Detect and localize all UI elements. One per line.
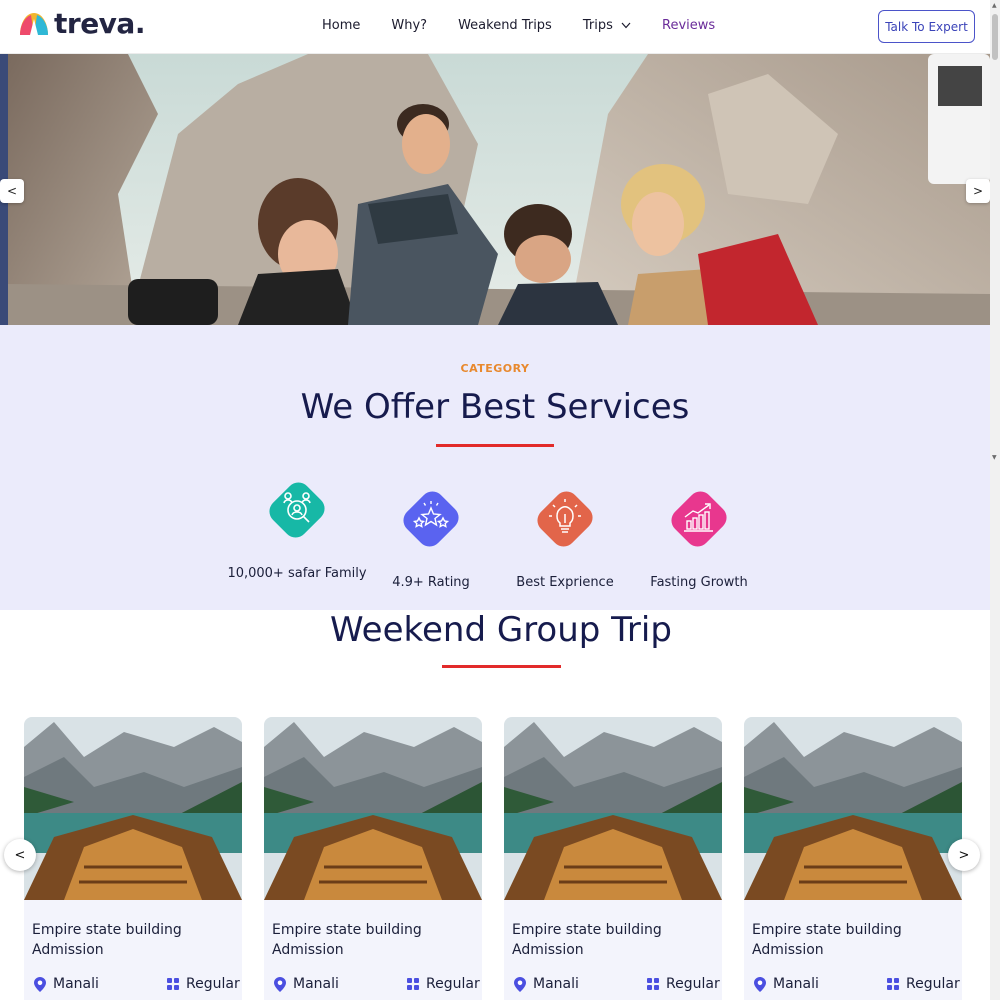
nav-reviews[interactable]: Reviews [662, 18, 715, 33]
page-scrollbar[interactable]: ▲ ▼ [990, 0, 1000, 1000]
stars-icon [403, 491, 459, 547]
treva-logo-icon [20, 13, 48, 35]
family-icon [269, 482, 325, 538]
service-label-rating: 4.9+ Rating [392, 575, 470, 590]
location-pin-icon [754, 976, 766, 992]
hero-carousel: < > [0, 54, 990, 325]
trip-card-title[interactable]: Empire state building Admission [512, 920, 712, 960]
trip-card-location-text: Manali [53, 976, 99, 992]
grid-icon [407, 978, 419, 990]
growth-chart-icon [671, 491, 727, 547]
scroll-down-arrow-icon[interactable]: ▼ [992, 454, 997, 461]
trip-card-location-text: Manali [293, 976, 339, 992]
services-title-underline [436, 444, 554, 447]
nav-trips-label: Trips [582, 18, 613, 33]
location-pin-icon [274, 976, 286, 992]
nav-why[interactable]: Why? [391, 18, 427, 33]
services-title: We Offer Best Services [300, 387, 690, 427]
trip-card-type-text: Regular [906, 976, 960, 992]
trip-card-title[interactable]: Empire state building Admission [272, 920, 472, 960]
brand-name: treva. [54, 7, 145, 40]
service-label-growth: Fasting Growth [650, 575, 748, 590]
lake-boat-photo [264, 717, 482, 900]
chevron-down-icon [621, 22, 631, 29]
trip-card[interactable]: Empire state building Admission Manali R… [504, 717, 722, 1000]
location-pin-icon [34, 976, 46, 992]
trip-card[interactable]: Empire state building Admission Manali R… [24, 717, 242, 1000]
trip-card-type: Regular [407, 976, 480, 992]
trip-card-location: Manali [34, 976, 99, 992]
trips-next-button[interactable]: > [948, 839, 980, 871]
trip-card[interactable]: Empire state building Admission Manali R… [264, 717, 482, 1000]
bulb-icon [537, 491, 593, 547]
grid-icon [167, 978, 179, 990]
lake-boat-photo [744, 717, 962, 900]
service-label-experience: Best Exprience [516, 575, 614, 590]
nav-weekend-trips[interactable]: Weakend Trips [458, 18, 552, 33]
services-section: CATEGORY We Offer Best Services 10,000+ … [0, 325, 990, 610]
trip-card-type: Regular [647, 976, 720, 992]
scroll-up-arrow-icon[interactable]: ▲ [992, 2, 997, 9]
trip-card-location: Manali [274, 976, 339, 992]
hero-next-button[interactable]: > [966, 179, 990, 203]
trip-card[interactable]: Empire state building Admission Manali R… [744, 717, 962, 1000]
trip-card-type-text: Regular [426, 976, 480, 992]
trips-prev-button[interactable]: < [4, 839, 36, 871]
nav-home[interactable]: Home [322, 18, 360, 33]
trip-card-location: Manali [754, 976, 819, 992]
category-label: CATEGORY [460, 362, 530, 375]
site-header: treva. Home Why? Weakend Trips Trips Rev… [0, 0, 990, 54]
talk-to-expert-button[interactable]: Talk To Expert [878, 10, 975, 43]
trip-card-type: Regular [887, 976, 960, 992]
grid-icon [887, 978, 899, 990]
grid-icon [647, 978, 659, 990]
weekend-title: Weekend Group Trip [330, 610, 672, 650]
trip-card-location-text: Manali [773, 976, 819, 992]
trip-card-type-text: Regular [666, 976, 720, 992]
scroll-thumb[interactable] [992, 14, 998, 60]
lake-boat-photo [24, 717, 242, 900]
trip-card-type-text: Regular [186, 976, 240, 992]
main-nav: Home Why? Weakend Trips Trips Reviews [322, 18, 746, 33]
nav-trips-dropdown[interactable]: Trips [583, 18, 631, 33]
location-pin-icon [514, 976, 526, 992]
trip-card-title[interactable]: Empire state building Admission [752, 920, 952, 960]
weekend-title-underline [442, 665, 561, 668]
service-label-family: 10,000+ safar Family [227, 566, 367, 581]
trip-card-location: Manali [514, 976, 579, 992]
trip-card-title[interactable]: Empire state building Admission [32, 920, 232, 960]
brand-logo[interactable]: treva. [16, 9, 145, 39]
hero-prev-button[interactable]: < [0, 179, 24, 203]
hero-friends-photo [8, 54, 990, 325]
lake-boat-photo [504, 717, 722, 900]
trip-card-location-text: Manali [533, 976, 579, 992]
trip-card-type: Regular [167, 976, 240, 992]
